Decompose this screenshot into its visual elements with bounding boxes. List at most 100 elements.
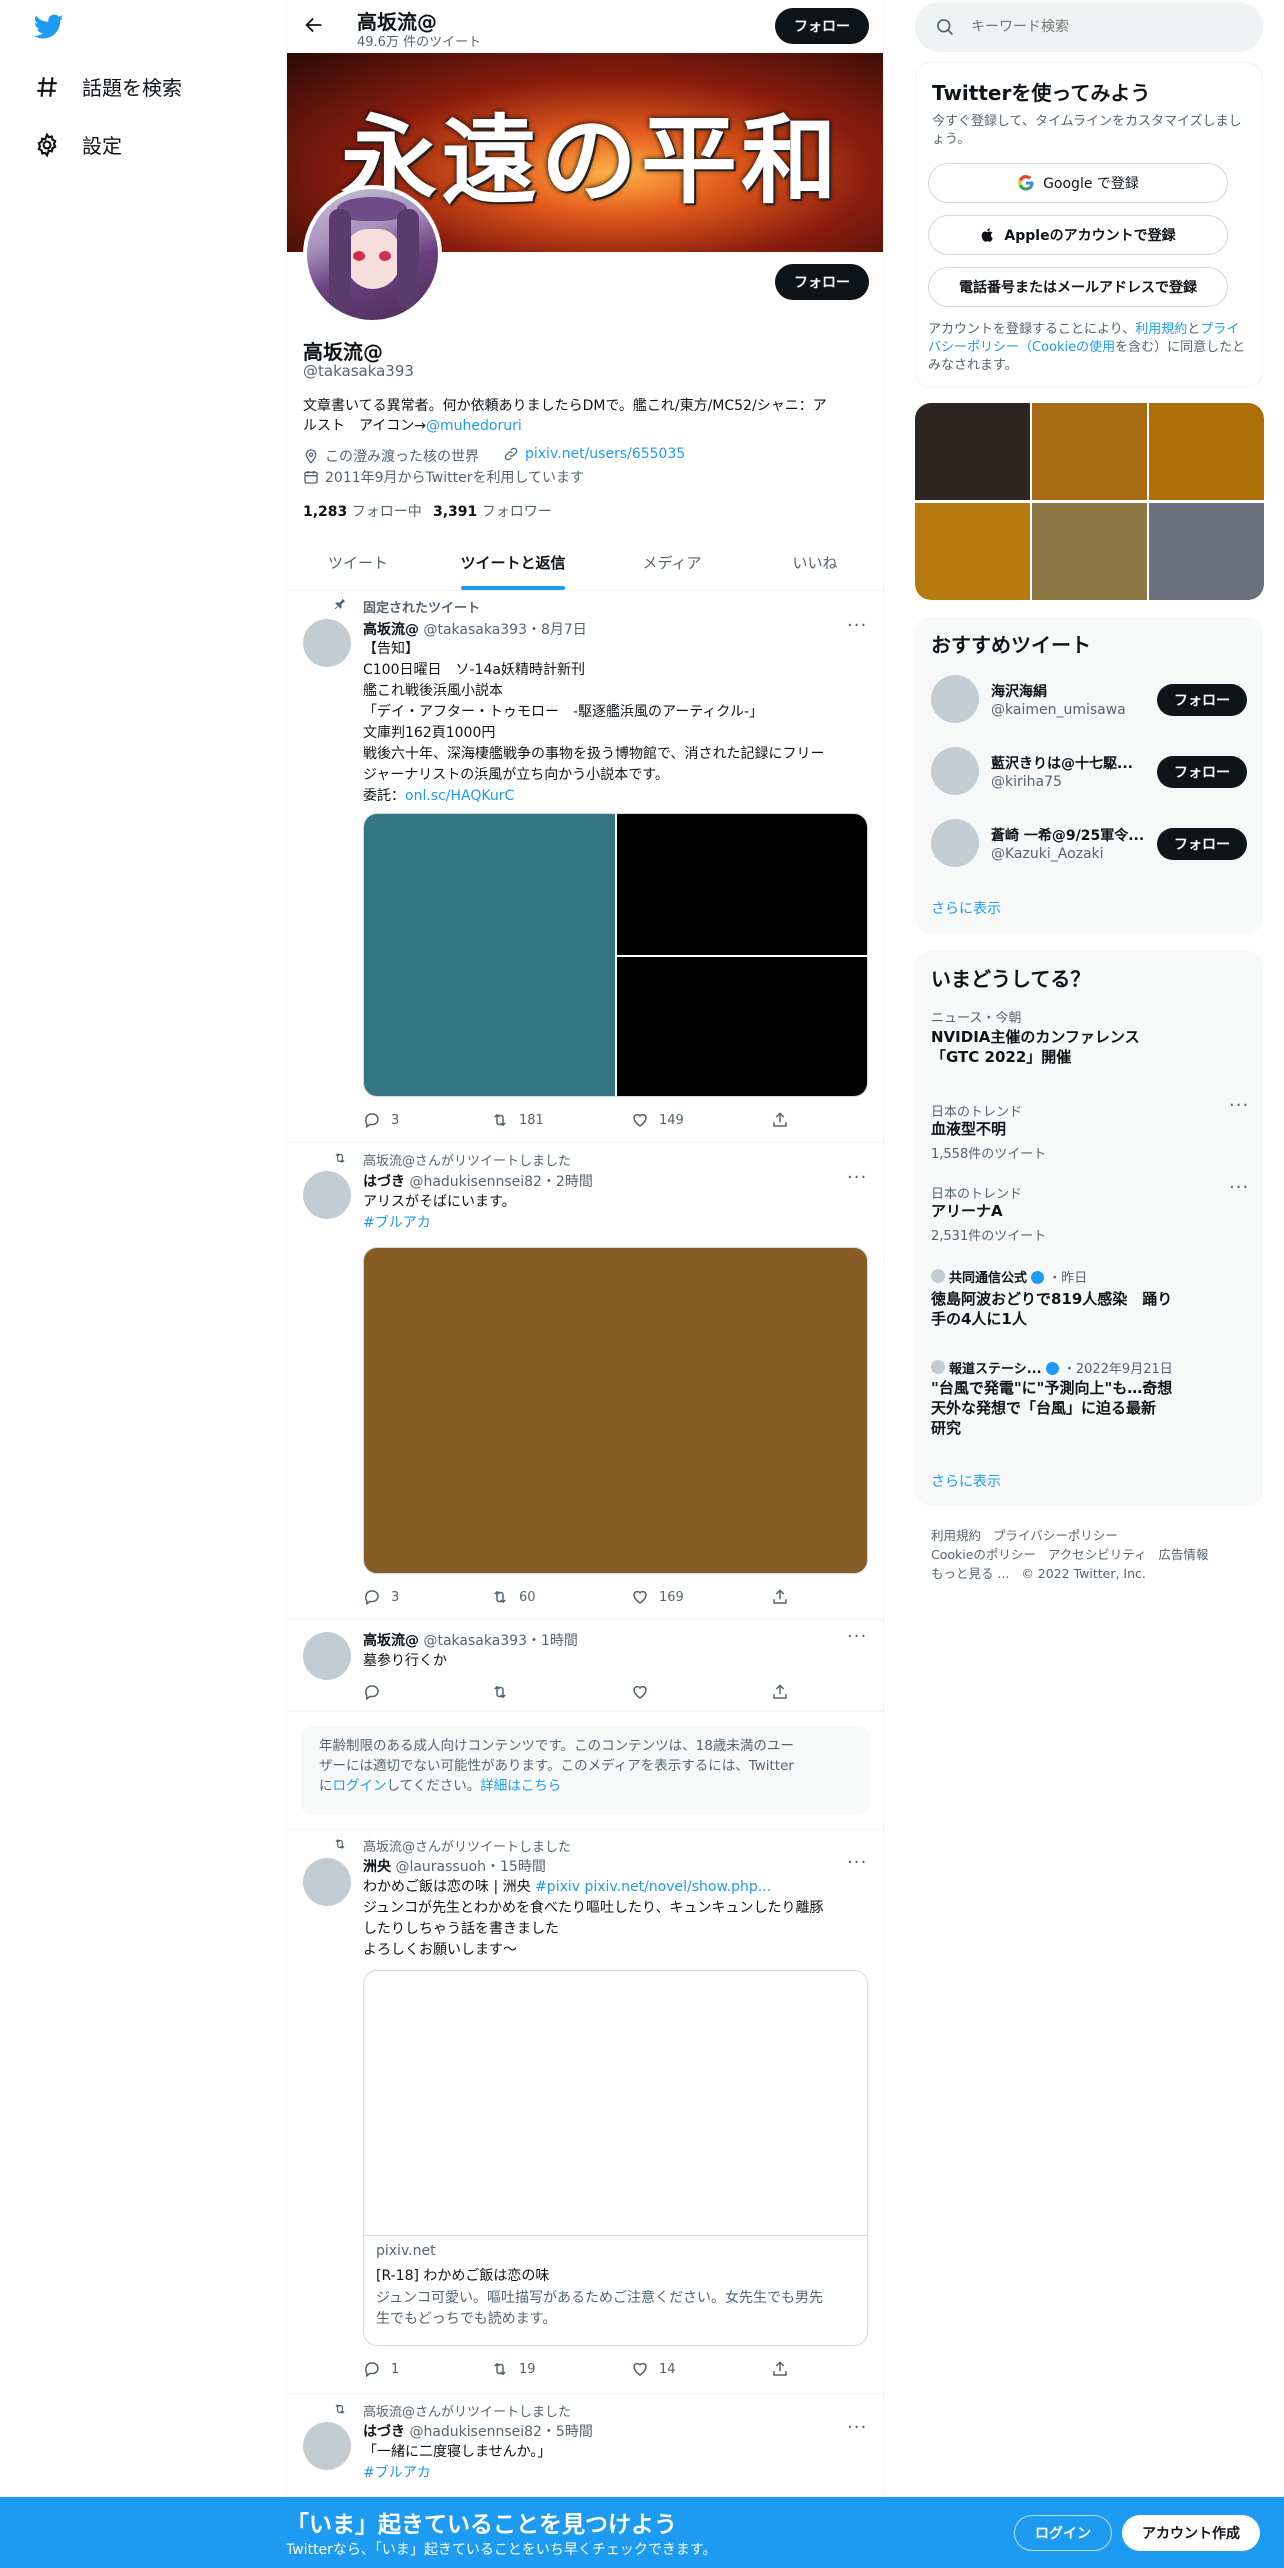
retweet-button[interactable]: 60 (491, 1588, 631, 1606)
tweet-link[interactable]: onl.sc/HAQKurC (405, 788, 514, 804)
gallery-image[interactable] (1032, 403, 1147, 500)
trend-item[interactable]: 日本のトレンド アリーナA 2,531件のツイート ··· (915, 1177, 1263, 1247)
twitter-logo-icon[interactable] (34, 14, 64, 40)
trend-item[interactable]: 日本のトレンド 血液型不明 1,558件のツイート ··· (915, 1095, 1263, 1165)
like-button[interactable] (631, 1683, 771, 1701)
show-more-link[interactable]: さらに表示 (931, 898, 1001, 918)
footer-ads-link[interactable]: 広告情報 (1158, 1547, 1208, 1562)
gallery-image[interactable] (1149, 403, 1264, 500)
follow-button[interactable]: フォロー (1157, 756, 1247, 788)
reply-button[interactable]: 1 (363, 2360, 491, 2378)
avatar[interactable] (303, 619, 351, 667)
tweet-author-name[interactable]: 洲央 (363, 1859, 391, 1875)
follow-button[interactable]: フォロー (1157, 828, 1247, 860)
media-gallery[interactable] (915, 403, 1264, 600)
profile-website[interactable]: pixiv.net/users/655035 (503, 446, 685, 462)
tweet-pinned[interactable]: 固定されたツイート 高坂流@ @takasaka393・8月7日 ··· 【告知… (287, 591, 883, 1142)
trend-item[interactable]: ニュース・今朝 NVIDIA主催のカンファレンス 「GTC 2022」開催 (915, 1007, 1263, 1083)
tab-media[interactable]: メディア (597, 552, 747, 590)
avatar[interactable] (303, 1858, 351, 1906)
search-box[interactable] (915, 2, 1263, 52)
reply-button[interactable]: 3 (363, 1111, 491, 1129)
retweet-button[interactable]: 19 (491, 2360, 631, 2378)
nav-settings[interactable]: 設定 (34, 130, 122, 159)
link-card-image[interactable] (364, 1971, 867, 2236)
trend-item[interactable]: 共同通信公式 ・昨日 徳島阿波おどりで819人感染 踊り 手の4人に1人 (915, 1267, 1263, 1333)
nav-explore[interactable]: 話題を検索 (34, 72, 182, 101)
share-button[interactable] (771, 2360, 789, 2378)
avatar[interactable] (303, 1632, 351, 1680)
gallery-image[interactable] (915, 403, 1030, 500)
more-icon[interactable]: ··· (1229, 1177, 1249, 1198)
tweet-media-grid[interactable] (363, 813, 868, 1097)
google-signup-button[interactable]: Google で登録 (928, 163, 1228, 203)
share-button[interactable] (771, 1588, 789, 1606)
back-arrow-icon[interactable] (303, 14, 325, 36)
apple-signup-button[interactable]: Appleのアカウントで登録 (928, 215, 1228, 255)
retweet-button[interactable]: 181 (491, 1111, 631, 1129)
more-icon[interactable]: ··· (847, 615, 867, 636)
avatar[interactable] (931, 819, 979, 867)
more-icon[interactable]: ··· (847, 1167, 867, 1188)
tab-tweets-and-replies[interactable]: ツイートと返信 (429, 552, 597, 590)
footer-accessibility-link[interactable]: アクセシビリティ (1048, 1547, 1147, 1562)
more-icon[interactable]: ··· (847, 1852, 867, 1873)
gallery-image[interactable] (1032, 503, 1147, 600)
phone-email-signup-button[interactable]: 電話番号またはメールアドレスで登録 (928, 267, 1228, 307)
header-follow-button[interactable]: フォロー (775, 8, 869, 44)
media-image[interactable] (617, 957, 867, 1096)
media-image[interactable] (617, 814, 867, 955)
profile-follow-button[interactable]: フォロー (775, 264, 869, 300)
signup-button[interactable]: アカウント作成 (1122, 2515, 1260, 2551)
trend-item[interactable]: 報道ステーシ... ・2022年9月21日 "台風で発電"に"予測向上"も…奇想… (915, 1358, 1263, 1444)
tweet-retweeted[interactable]: 高坂流@さんがリツイートしました はづき @hadukisennsei82・5時… (287, 2394, 883, 2504)
avatar[interactable] (303, 2422, 351, 2470)
like-button[interactable]: 14 (631, 2360, 771, 2378)
following-link[interactable]: 1,283 フォロー中 (303, 501, 422, 521)
bio-mention-link[interactable]: @muhedoruri (426, 418, 522, 434)
cookie-link[interactable]: （Cookieの使用 (1019, 340, 1115, 355)
share-button[interactable] (771, 1683, 789, 1701)
follow-button[interactable]: フォロー (1157, 684, 1247, 716)
media-image[interactable] (363, 1247, 868, 1574)
like-button[interactable]: 169 (631, 1588, 771, 1606)
footer-cookie-link[interactable]: Cookieのポリシー (931, 1547, 1036, 1562)
avatar[interactable] (931, 675, 979, 723)
profile-avatar[interactable] (303, 185, 442, 324)
tweet-author-name[interactable]: はづき (363, 1174, 405, 1190)
tweet-author-name[interactable]: 高坂流@ (363, 622, 419, 638)
footer-more-link[interactable]: もっと見る ... (931, 1566, 1009, 1581)
tweet-link[interactable]: #pixiv pixiv.net/novel/show.php... (535, 1879, 771, 1895)
details-link[interactable]: 詳細はこちら (480, 1778, 561, 1794)
retweet-label[interactable]: 高坂流@さんがリツイートしました (363, 1836, 571, 1855)
retweet-label[interactable]: 高坂流@さんがリツイートしました (363, 2401, 571, 2420)
tweet[interactable]: 高坂流@ @takasaka393・1時間 ··· 墓参り行くか (287, 1620, 883, 1710)
share-button[interactable] (771, 1111, 789, 1129)
tweet-retweeted[interactable]: 高坂流@さんがリツイートしました はづき @hadukisennsei82・2時… (287, 1143, 883, 1619)
gallery-image[interactable] (1149, 503, 1264, 600)
search-input[interactable] (969, 14, 1239, 40)
footer-terms-link[interactable]: 利用規約 (931, 1528, 981, 1543)
media-image[interactable] (364, 814, 615, 1096)
like-button[interactable]: 149 (631, 1111, 771, 1129)
show-more-link[interactable]: さらに表示 (931, 1471, 1001, 1491)
terms-link[interactable]: 利用規約 (1135, 322, 1187, 337)
avatar[interactable] (931, 747, 979, 795)
suggested-user-name[interactable]: 蒼崎 一希@9/25軍令... (991, 825, 1144, 845)
followers-link[interactable]: 3,391 フォロワー (433, 501, 552, 521)
retweet-label[interactable]: 高坂流@さんがリツイートしました (363, 1150, 571, 1169)
tweet-author-name[interactable]: 高坂流@ (363, 1633, 419, 1649)
suggested-user-name[interactable]: 藍沢きりは@十七駆... (991, 753, 1133, 773)
tweet-author-name[interactable]: はづき (363, 2424, 405, 2440)
login-button[interactable]: ログイン (1014, 2515, 1112, 2551)
avatar[interactable] (303, 1171, 351, 1219)
login-link[interactable]: ログイン (333, 1778, 387, 1794)
tweet-hashtag[interactable]: #ブルアカ (363, 1213, 431, 1234)
footer-privacy-link[interactable]: プライバシーポリシー (993, 1528, 1118, 1543)
more-icon[interactable]: ··· (1229, 1095, 1249, 1116)
reply-button[interactable] (363, 1683, 491, 1701)
tweet-retweeted[interactable]: 高坂流@さんがリツイートしました 洲央 @laurassuoh・15時間 ···… (287, 1830, 883, 2393)
suggested-user-name[interactable]: 海沢海絹 (991, 681, 1047, 701)
retweet-button[interactable] (491, 1683, 631, 1701)
link-card[interactable]: pixiv.net [R-18] わかめご飯は恋の味 ジュンコ可愛い。嘔吐描写が… (363, 1970, 868, 2346)
